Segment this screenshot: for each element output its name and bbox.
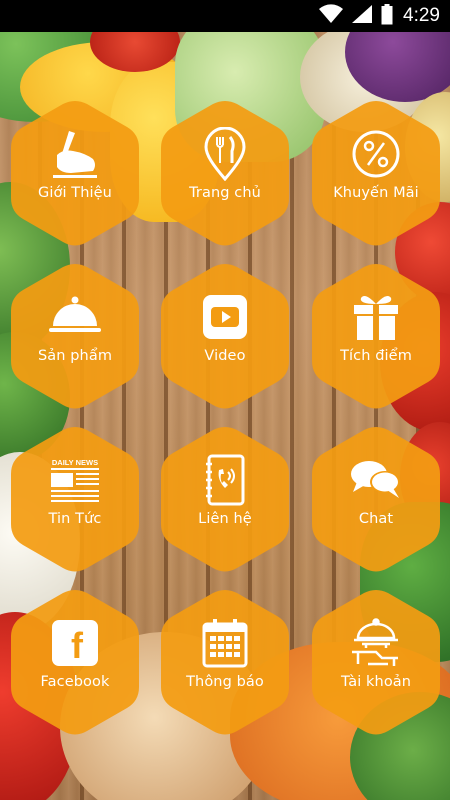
menu-item-label: Tin Tức [48, 511, 102, 527]
signal-icon [351, 4, 373, 28]
menu-item-label: Liên hệ [198, 511, 252, 527]
menu-item-label: Tài khoản [340, 674, 412, 690]
menu-item-label: Trang chủ [189, 185, 261, 201]
menu-item-khuyen-mai[interactable]: Khuyến Mãi [310, 99, 442, 247]
menu-item-gioi-thieu[interactable]: Giới Thiệu [9, 99, 141, 247]
battery-icon [381, 3, 393, 29]
menu-item-label: Video [204, 348, 246, 364]
menu-item-tin-tuc[interactable]: DAILY NEWS Tin Tức [9, 425, 141, 573]
menu-item-chat[interactable]: Chat [310, 425, 442, 573]
menu-item-label: Giới Thiệu [38, 185, 112, 201]
gift-icon [351, 292, 401, 346]
menu-item-label: Tích điểm [340, 348, 412, 364]
chat-bubbles-icon [349, 458, 403, 506]
menu-item-label: Sản phẩm [37, 348, 113, 364]
fork-knife-pin-icon [203, 126, 247, 185]
status-bar: 4:29 [0, 0, 450, 32]
menu-item-tich-diem[interactable]: Tích điểm [310, 262, 442, 410]
menu-item-label: Thông báo [186, 674, 264, 690]
menu-item-trang-chu[interactable]: Trang chủ [159, 99, 291, 247]
menu-item-thong-bao[interactable]: Thông báo [159, 588, 291, 736]
hand-writing-icon [49, 129, 101, 183]
percent-icon [351, 129, 401, 183]
waiter-cloche-icon [348, 618, 404, 672]
menu-item-label: Chat [358, 511, 394, 527]
menu-item-lien-he[interactable]: Liên hệ [159, 425, 291, 573]
menu-item-label: Facebook [40, 674, 110, 690]
calendar-icon [201, 618, 249, 672]
svg-text:f: f [71, 625, 84, 666]
svg-text:DAILY NEWS: DAILY NEWS [52, 458, 98, 467]
menu-item-facebook[interactable]: f Facebook [9, 588, 141, 736]
food-cloche-icon [47, 296, 103, 342]
status-time: 4:29 [403, 5, 440, 26]
menu-item-label: Khuyến Mãi [333, 185, 419, 201]
contact-book-icon [203, 454, 247, 510]
wifi-icon [319, 4, 344, 28]
main-menu-grid: Giới Thiệu Trang chủ Khuyến Mãi Sản phẩm… [0, 0, 450, 800]
newspaper-icon: DAILY NEWS [48, 457, 102, 507]
menu-item-tai-khoan[interactable]: Tài khoản [310, 588, 442, 736]
menu-item-san-pham[interactable]: Sản phẩm [9, 262, 141, 410]
menu-item-video[interactable]: Video [159, 262, 291, 410]
play-video-icon [201, 293, 249, 345]
facebook-icon: f [51, 619, 99, 671]
